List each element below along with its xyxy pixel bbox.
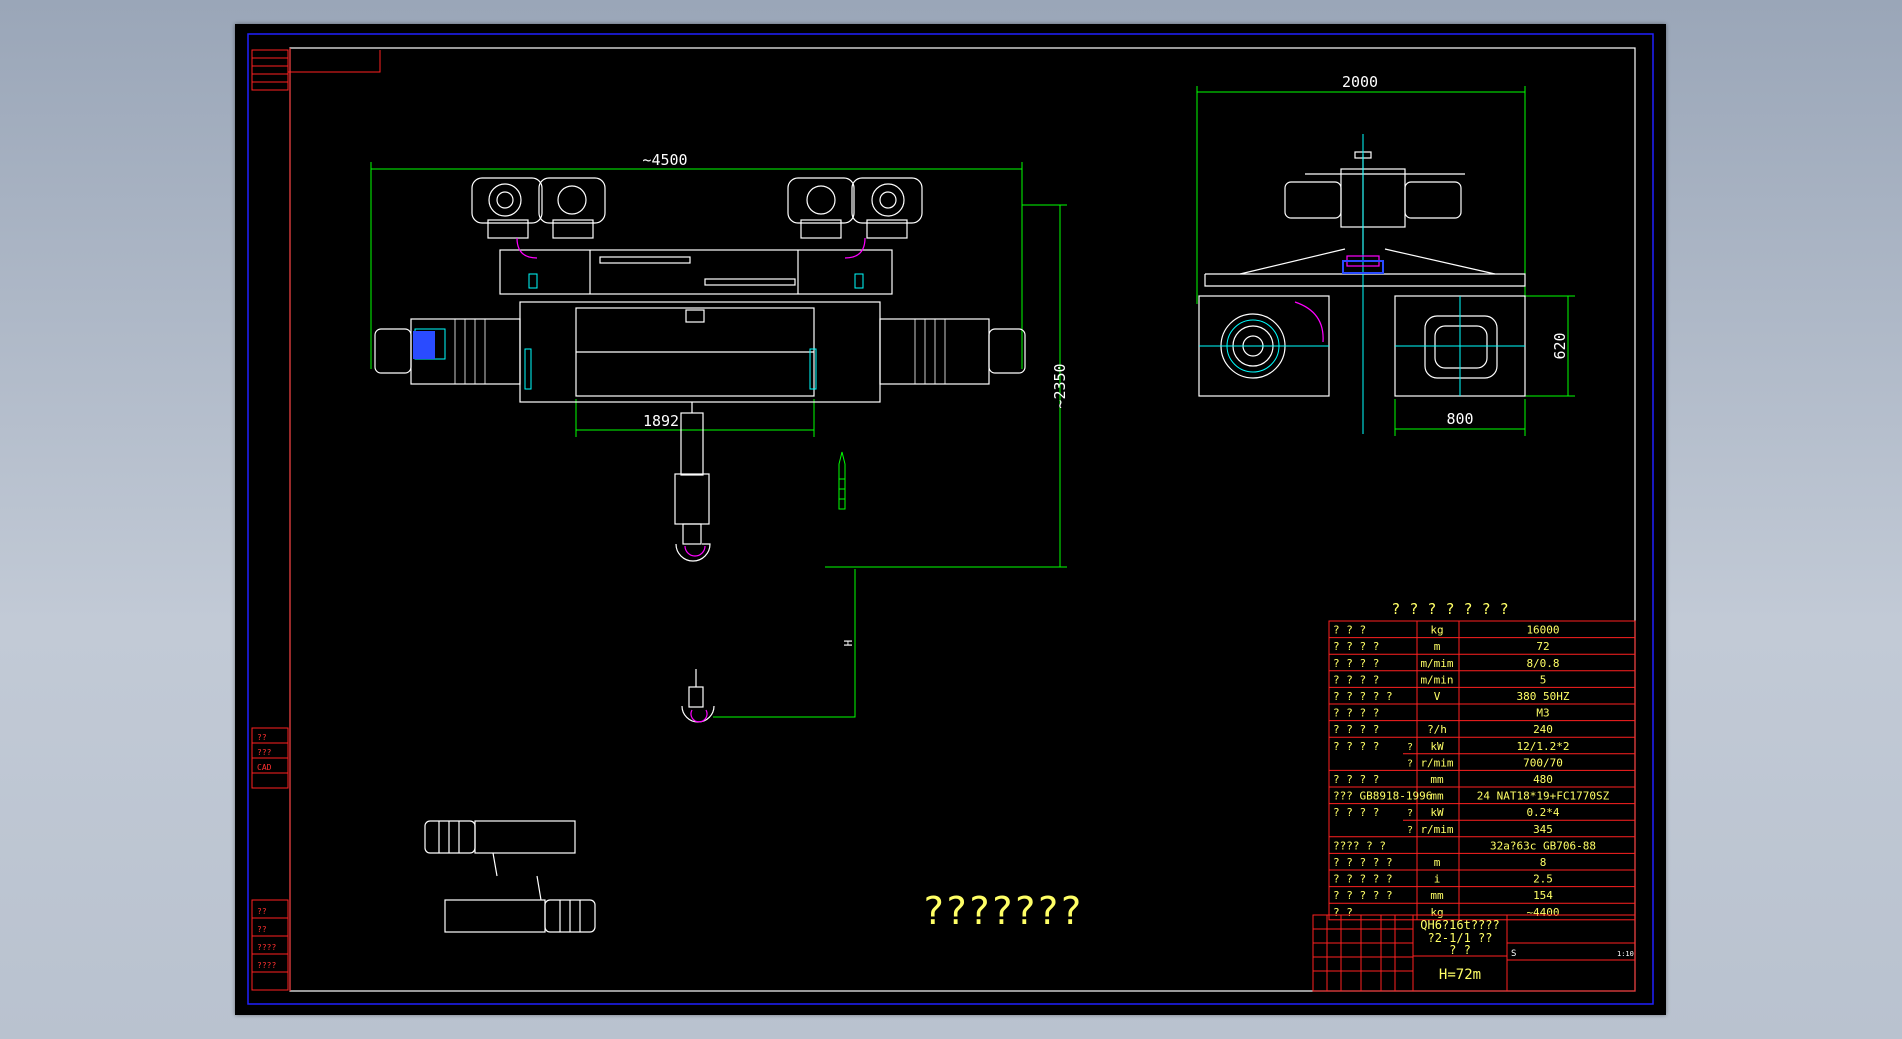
motor-sketches	[424, 820, 596, 933]
spec-row-value: 32a?63c GB706-88	[1490, 839, 1596, 852]
spec-row-name: ??? GB8918-1996	[1333, 790, 1432, 803]
dim-side-width: 2000	[1342, 73, 1378, 91]
side-label-3: CAD	[257, 763, 272, 772]
spec-row-value: 345	[1533, 823, 1553, 836]
spec-row-value: 154	[1533, 889, 1553, 902]
spec-row-unit: V	[1434, 690, 1441, 703]
drawing-main-title: ???????	[922, 889, 1082, 933]
spec-table-heading: ? ? ? ? ? ? ?	[1391, 600, 1508, 618]
spec-row-value: 8/0.8	[1526, 657, 1559, 670]
spec-row-value: 0.2*4	[1526, 806, 1559, 819]
spec-row-value: 700/70	[1523, 756, 1563, 769]
spec-row-unit: mm	[1430, 773, 1444, 786]
spec-row-name: ? ? ? ? ?	[1333, 889, 1393, 902]
spec-row-name: ? ? ? ?	[1333, 657, 1379, 670]
spec-row-value: 24 NAT18*19+FC1770SZ	[1477, 790, 1610, 803]
cad-drawing-canvas: ?? ??? CAD ?? ?? ???? ???? ~4500 1892 ~2…	[235, 24, 1666, 1015]
spec-row-name: ? ? ? ?	[1333, 723, 1379, 736]
spec-row-name: ? ? ? ?	[1333, 740, 1379, 753]
spec-row-unit: ?/h	[1427, 723, 1447, 736]
spec-row-unit: kW	[1430, 740, 1444, 753]
left-margin-strip	[251, 48, 291, 991]
spec-row-name: ? ? ? ?	[1333, 673, 1379, 686]
spec-row-value: 240	[1533, 723, 1553, 736]
spec-row-value: M3	[1536, 707, 1549, 720]
spec-row-unit: kg	[1430, 624, 1443, 637]
dim-height: ~2350	[1051, 363, 1069, 408]
spec-row-name: ? ? ? ?	[1333, 707, 1379, 720]
spec-row-unit: mm	[1430, 889, 1444, 902]
spec-row-name: ? ? ? ? ?	[1333, 873, 1393, 886]
side-label-2: ???	[257, 748, 272, 757]
coupling-fill	[413, 331, 435, 359]
spec-row-unit: i	[1434, 873, 1441, 886]
dim-overall-length: ~4500	[642, 151, 687, 169]
spec-row-value: 480	[1533, 773, 1553, 786]
spec-row-unit: mm	[1430, 790, 1444, 803]
spec-row-sub: ?	[1407, 742, 1413, 753]
title-block-scale: S	[1511, 949, 1516, 959]
dim-side-height: 620	[1551, 332, 1569, 359]
spec-row-sub: ?	[1407, 808, 1413, 819]
spec-row-value: 380 50HZ	[1517, 690, 1570, 703]
spec-row-value: ~4400	[1526, 906, 1559, 919]
spec-row-name: ? ?	[1333, 906, 1353, 919]
spec-row-sub: ?	[1407, 825, 1413, 836]
spec-row-name: ? ? ?	[1333, 624, 1366, 637]
spec-row-sub: ?	[1407, 758, 1413, 769]
spec-row-unit: r/mim	[1420, 823, 1453, 836]
spec-row-unit: kW	[1430, 806, 1444, 819]
spec-row-name: ? ? ? ?	[1333, 806, 1379, 819]
spec-row-name: ? ? ? ? ?	[1333, 856, 1393, 869]
spec-row-unit: kg	[1430, 906, 1443, 919]
side-view-hoist: 2000 620 800	[1196, 73, 1575, 436]
spec-row-unit: r/mim	[1420, 756, 1453, 769]
spec-row-value: 16000	[1526, 624, 1559, 637]
spec-row-name: ? ? ? ?	[1333, 640, 1379, 653]
front-view-hoist: ~4500 1892 ~2350 H	[370, 151, 1069, 723]
spec-row-unit: m/min	[1420, 673, 1453, 686]
spec-table: ? ? ? kg 16000? ? ? ? m 72? ? ? ? m/mim 8/0.8?…	[1328, 620, 1636, 921]
spec-row-name: ? ? ? ? ?	[1333, 690, 1393, 703]
dim-lift-h: H	[842, 640, 855, 647]
spec-row-unit: m	[1434, 856, 1441, 869]
spec-row-value: 5	[1540, 673, 1547, 686]
side-label-6: ????	[257, 943, 276, 952]
spec-row-value: 2.5	[1533, 873, 1553, 886]
side-label-7: ????	[257, 961, 276, 970]
spec-row-value: 72	[1536, 640, 1549, 653]
spec-row-name: ? ? ? ?	[1333, 773, 1379, 786]
front-wheels	[471, 177, 923, 239]
spec-row-name: ???? ? ?	[1333, 839, 1386, 852]
spec-row-value: 8	[1540, 856, 1547, 869]
top-left-tag	[251, 49, 381, 91]
side-label-5: ??	[257, 925, 267, 934]
cad-drawing-svg: ?? ??? CAD ?? ?? ???? ???? ~4500 1892 ~2…	[247, 33, 1654, 1005]
dim-side-body-width: 800	[1446, 410, 1473, 428]
outer-frame-blue	[247, 33, 1654, 1005]
pencil-marker	[838, 451, 846, 510]
title-block-model-3: ? ?	[1449, 943, 1471, 957]
inner-frame-white	[289, 47, 1636, 992]
title-block-height: H=72m	[1439, 967, 1481, 983]
title-block-sheet: 1:10	[1617, 950, 1634, 958]
side-label-4: ??	[257, 907, 267, 916]
side-label-1: ??	[257, 733, 267, 742]
spec-row-value: 12/1.2*2	[1517, 740, 1570, 753]
spec-row-unit: m	[1434, 640, 1441, 653]
title-block-model-1: QH6?16t????	[1420, 918, 1499, 932]
spec-row-unit: m/mim	[1420, 657, 1453, 670]
dim-wheel-gauge: 1892	[643, 412, 679, 430]
